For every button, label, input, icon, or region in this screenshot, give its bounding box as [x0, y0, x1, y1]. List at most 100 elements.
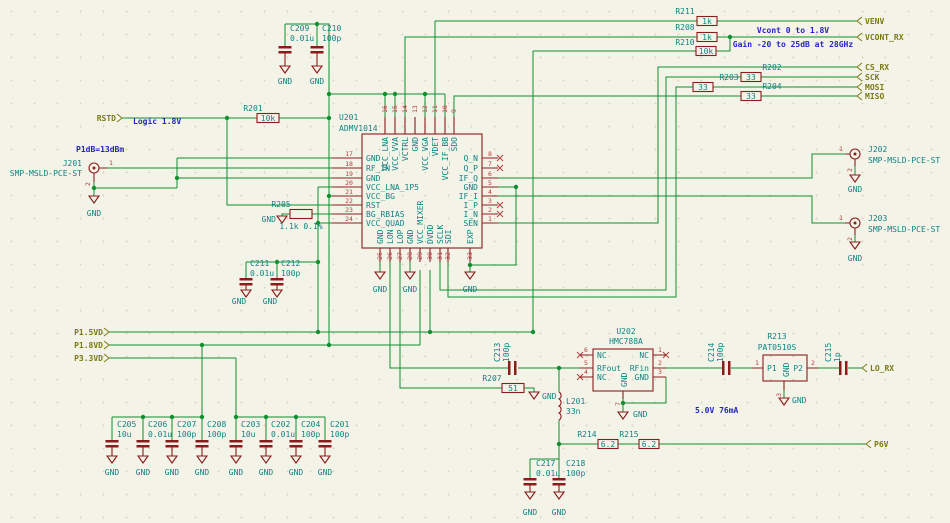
net-label-mosi[interactable]: MOSI [865, 83, 884, 92]
svg-text:GND: GND [278, 77, 293, 86]
net-label-p1v5[interactable]: P1.5VD [74, 328, 103, 337]
j201-value: SMP-MSLD-PCE-ST [10, 169, 82, 178]
net-label-lo-rx[interactable]: LO_RX [870, 364, 894, 373]
svg-text:GND: GND [403, 285, 418, 294]
u201-value: ADMV1014 [339, 124, 378, 133]
svg-text:R215: R215 [619, 430, 638, 439]
net-label-sck[interactable]: SCK [865, 73, 880, 82]
svg-text:I_P: I_P [464, 201, 479, 210]
svg-text:23: 23 [345, 206, 353, 214]
net-label-p1v8[interactable]: P1.8VD [74, 341, 103, 350]
svg-text:100p: 100p [301, 430, 320, 439]
svg-text:BG_RBIAS: BG_RBIAS [366, 210, 405, 219]
svg-text:6.2: 6.2 [642, 440, 657, 449]
note-vcont-range: Vcont 0 to 1.8V [757, 26, 829, 35]
svg-text:3: 3 [775, 393, 783, 397]
svg-text:GND: GND [232, 297, 247, 306]
svg-text:100p: 100p [330, 430, 349, 439]
svg-text:C212: C212 [281, 259, 300, 268]
svg-text:C201: C201 [330, 420, 349, 429]
svg-text:Q_N: Q_N [464, 154, 479, 163]
wire-1v8-decoupling[interactable] [285, 24, 445, 345]
svg-text:1k: 1k [702, 17, 712, 26]
wire-spi[interactable] [440, 67, 857, 297]
svg-text:GND: GND [523, 508, 538, 517]
j202-connector[interactable] [845, 149, 860, 166]
u202-value: HMC788A [609, 337, 643, 346]
svg-text:GND: GND [552, 508, 567, 517]
svg-text:GND: GND [263, 297, 278, 306]
svg-text:RST: RST [366, 201, 381, 210]
wire-rstd[interactable] [122, 118, 332, 205]
l201-ref: L201 [566, 397, 585, 406]
wire-rf-input[interactable] [94, 158, 332, 196]
svg-text:2: 2 [846, 168, 854, 172]
svg-text:GND: GND [310, 77, 325, 86]
svg-text:13: 13 [411, 105, 419, 113]
svg-text:NC: NC [597, 373, 607, 382]
net-label-cs-rx[interactable]: CS_RX [865, 63, 889, 72]
svg-text:25: 25 [376, 252, 384, 260]
svg-text:10k: 10k [261, 114, 276, 123]
svg-text:GND: GND [542, 392, 557, 401]
svg-text:R201: R201 [243, 104, 262, 113]
svg-text:0.01u: 0.01u [271, 430, 295, 439]
svg-text:GND: GND [262, 215, 277, 224]
svg-text:P2: P2 [793, 364, 803, 373]
svg-text:2: 2 [846, 237, 854, 241]
svg-text:22: 22 [345, 197, 353, 205]
net-label-vcont-rx[interactable]: VCONT_RX [865, 33, 904, 42]
svg-text:GND: GND [376, 229, 385, 244]
svg-text:VCC_LNA: VCC_LNA [381, 137, 390, 171]
svg-text:VCC_VGA: VCC_VGA [421, 137, 430, 171]
svg-text:1: 1 [109, 159, 113, 167]
svg-text:0.01u: 0.01u [148, 430, 172, 439]
no-connect-marks [497, 155, 669, 380]
svg-text:33: 33 [698, 83, 708, 92]
svg-text:DVDD: DVDD [426, 225, 435, 244]
svg-text:VCTRL: VCTRL [401, 137, 410, 161]
svg-text:6: 6 [584, 346, 588, 354]
svg-text:2: 2 [811, 359, 815, 367]
net-label-p3v3[interactable]: P3.3VD [74, 354, 103, 363]
net-label-p6v[interactable]: P6V [874, 440, 889, 449]
svg-text:21: 21 [345, 188, 353, 196]
net-label-rstd[interactable]: RSTD [97, 114, 116, 123]
svg-text:R207: R207 [482, 374, 501, 383]
svg-text:0.01u: 0.01u [250, 269, 274, 278]
svg-text:GND: GND [289, 468, 304, 477]
svg-text:R210: R210 [675, 38, 694, 47]
svg-text:100p: 100p [322, 34, 341, 43]
svg-text:R202: R202 [762, 63, 781, 72]
r213-value: PAT0510S [758, 343, 797, 352]
svg-text:29: 29 [416, 252, 424, 260]
svg-text:NC: NC [639, 351, 649, 360]
svg-text:C214: C214 [707, 343, 716, 362]
svg-text:C217: C217 [536, 459, 555, 468]
net-label-venv[interactable]: VENV [865, 17, 884, 26]
svg-text:7: 7 [488, 160, 492, 168]
svg-text:GND: GND [318, 468, 333, 477]
svg-text:2: 2 [488, 206, 492, 214]
svg-text:12: 12 [421, 105, 429, 113]
svg-text:6: 6 [488, 170, 492, 178]
r205-body[interactable] [290, 210, 312, 219]
svg-text:9: 9 [450, 109, 458, 113]
svg-text:33: 33 [466, 252, 474, 260]
j203-value: SMP-MSLD-PCE-ST [868, 225, 940, 234]
wire-venv[interactable] [435, 21, 857, 117]
u202-ref: U202 [616, 327, 635, 336]
svg-text:5: 5 [584, 359, 588, 367]
j203-connector[interactable] [845, 218, 860, 235]
svg-text:GND: GND [464, 183, 479, 192]
svg-text:C205: C205 [117, 420, 136, 429]
svg-text:GND: GND [848, 254, 863, 263]
j201-connector[interactable] [89, 163, 107, 182]
svg-text:GND: GND [366, 174, 381, 183]
net-label-miso[interactable]: MISO [865, 92, 884, 101]
svg-text:R205: R205 [271, 200, 290, 209]
l201-body[interactable] [559, 392, 561, 420]
svg-text:VDET: VDET [431, 137, 440, 156]
schematic-canvas[interactable]: RSTD P1.5VD P1.8VD P3.3VD VENV VCONT_RX … [0, 0, 950, 523]
wire-miso-sdo[interactable] [454, 96, 857, 117]
